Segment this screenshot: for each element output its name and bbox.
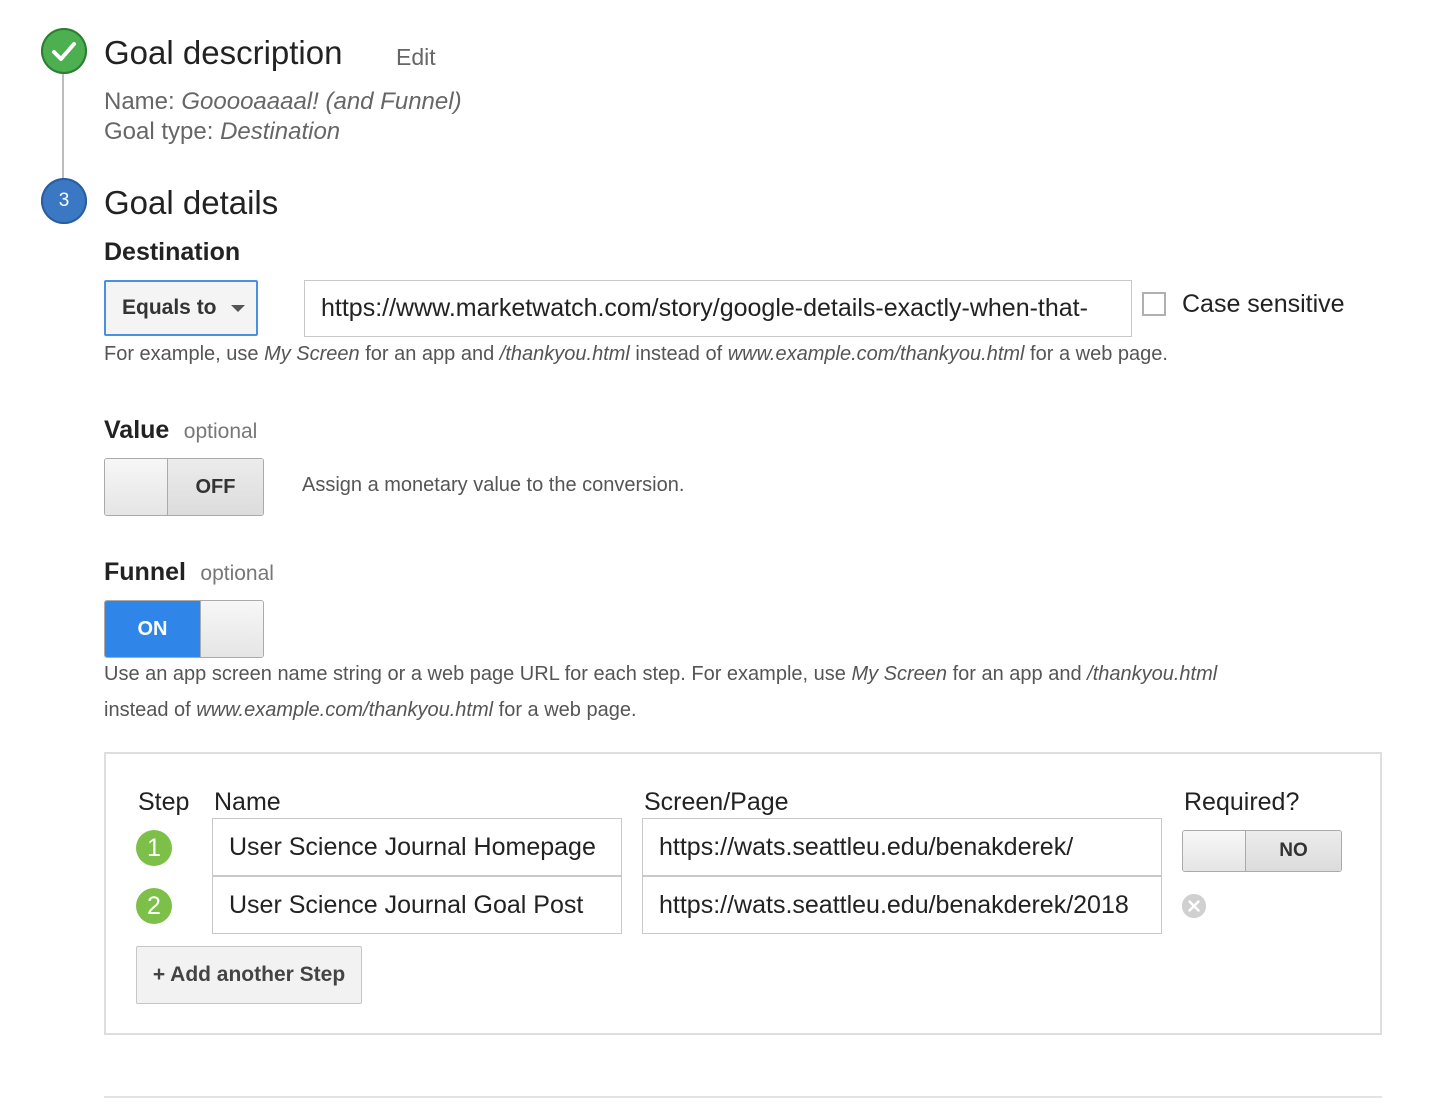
destination-hint: For example, use My Screen for an app an… [104,336,1168,372]
step-number-badge: 3 [41,178,87,224]
step-screen-input[interactable]: https://wats.seattleu.edu/benakderek/201… [642,876,1162,934]
case-sensitive-label: Case sensitive [1182,290,1345,318]
goal-type-value: Destination [220,118,341,145]
step-name-value: User Science Journal Goal Post [229,890,584,919]
step-screen-value: https://wats.seattleu.edu/benakderek/ [659,832,1074,861]
destination-url-value: https://www.marketwatch.com/story/google… [321,294,1088,322]
hint-text: for a web page. [1024,343,1168,365]
goal-type-line: Goal type: Destination [104,118,340,146]
step-screen-value: https://wats.seattleu.edu/benakderek/201… [659,890,1129,919]
required-toggle-state: NO [1246,831,1341,871]
step-name-input[interactable]: User Science Journal Goal Post [212,876,622,934]
required-toggle[interactable]: NO [1182,830,1342,872]
column-header-step: Step [138,788,190,816]
match-type-dropdown[interactable]: Equals to [104,280,258,336]
hint-text: instead of [104,699,197,721]
hint-text: for an app and [359,343,500,365]
funnel-optional: optional [200,562,274,585]
destination-url-input[interactable]: https://www.marketwatch.com/story/google… [304,280,1132,337]
hint-text: for an app and [947,663,1088,685]
destination-label: Destination [104,238,241,266]
value-toggle[interactable]: OFF [104,458,264,516]
column-header-name: Name [214,788,281,816]
value-header: Value optional [104,416,257,445]
match-type-value: Equals to [122,296,217,319]
funnel-label: Funnel [104,558,186,586]
close-circle-icon[interactable] [1182,894,1206,918]
hint-example: www.example.com/thankyou.html [196,699,494,721]
funnel-toggle-state: ON [105,601,200,657]
value-toggle-state: OFF [168,459,263,515]
funnel-toggle[interactable]: ON [104,600,264,658]
funnel-hint-line1: Use an app screen name string or a web p… [104,656,1217,692]
toggle-knob [1183,831,1246,871]
edit-link[interactable]: Edit [396,44,436,71]
step-complete-check-icon [41,28,87,74]
hint-text: for a web page. [493,699,637,721]
goal-description-title: Goal description [104,34,343,71]
step-name-input[interactable]: User Science Journal Homepage [212,818,622,876]
goal-name-label: Name: [104,88,175,115]
toggle-knob [200,601,263,657]
hint-text: instead of [629,343,728,365]
add-another-step-button[interactable]: + Add another Step [136,946,362,1004]
value-hint: Assign a monetary value to the conversio… [302,474,685,496]
funnel-hint-line2: instead of www.example.com/thankyou.html… [104,692,637,728]
toggle-knob [105,459,168,515]
step-badge: 1 [136,830,172,866]
hint-example: My Screen [851,663,948,685]
step-name-value: User Science Journal Homepage [229,832,596,861]
case-sensitive-checkbox[interactable] [1142,292,1166,316]
hint-example: My Screen [264,343,360,365]
hint-example: www.example.com/thankyou.html [727,343,1025,365]
value-label: Value [104,416,170,444]
chevron-down-icon [230,304,245,312]
goal-type-label: Goal type: [104,118,214,145]
step-badge: 2 [136,888,172,924]
goal-details-title: Goal details [104,184,279,221]
column-header-required: Required? [1184,788,1300,816]
hint-example: /thankyou.html [499,343,630,365]
hint-example: /thankyou.html [1087,663,1218,685]
hint-text: For example, use [104,343,265,365]
step-screen-input[interactable]: https://wats.seattleu.edu/benakderek/ [642,818,1162,876]
value-optional: optional [183,420,258,443]
hint-text: Use an app screen name string or a web p… [104,663,852,685]
column-header-screen-page: Screen/Page [644,788,789,816]
funnel-header: Funnel optional [104,558,274,587]
goal-name-value: Gooooaaaal! (and Funnel) [181,88,462,115]
goal-name-line: Name: Gooooaaaal! (and Funnel) [104,88,462,116]
section-divider [104,1096,1382,1098]
